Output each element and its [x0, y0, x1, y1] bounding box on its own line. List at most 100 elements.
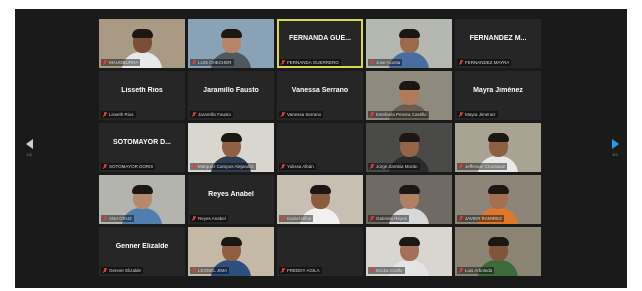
- participant-tile[interactable]: Yulissa Albán: [277, 123, 363, 172]
- participant-nameplate: LUIS CHECHER: [190, 59, 234, 66]
- person-hair: [399, 236, 420, 246]
- participant-grid: MAUOBURRA LUIS CHECHER FERNANDA GUE... FERN…: [99, 19, 541, 276]
- participant-nameplate: JAVIER RAMIREZ: [457, 215, 504, 222]
- participant-nameplate: FERNANDEZ MAYRA: [457, 59, 512, 66]
- person-hair: [488, 132, 509, 142]
- person-hair: [221, 28, 242, 38]
- participant-nameplate: Luis Arboleda: [457, 267, 495, 274]
- muted-microphone-icon: [192, 112, 196, 117]
- participant-name-label: Jefferson Cruzatuari: [465, 164, 506, 169]
- participant-tile[interactable]: FERNANDA GUE... FERNANDA GUERRERO: [277, 19, 363, 68]
- person-hair: [488, 236, 509, 246]
- person-hair: [399, 80, 420, 90]
- participant-display-name: Reyes Anabel: [208, 191, 254, 198]
- previous-page-button[interactable]: 1/3: [21, 139, 37, 157]
- participant-tile[interactable]: SOTOMAYOR D... SOTOMAYOR DORIS: [99, 123, 185, 172]
- participant-tile[interactable]: JAVIER RAMIREZ: [455, 175, 541, 224]
- participant-nameplate: LEONEL JIMA: [190, 267, 230, 274]
- participant-tile[interactable]: Jose Acosta: [366, 19, 452, 68]
- participant-tile[interactable]: FERNANDEZ M... FERNANDEZ MAYRA: [455, 19, 541, 68]
- muted-microphone-icon: [103, 268, 107, 273]
- participant-tile[interactable]: Reyes Anabel Reyes Anabel: [188, 175, 274, 224]
- participant-tile[interactable]: ANA CRUZ: [99, 175, 185, 224]
- participant-name-label: Jaramillo Fausto: [198, 112, 232, 117]
- muted-microphone-icon: [281, 60, 285, 65]
- muted-microphone-icon: [192, 268, 196, 273]
- participant-tile[interactable]: LUIS CHECHER: [188, 19, 274, 68]
- person-hair: [221, 236, 242, 246]
- participant-tile[interactable]: Gabriela Reyes: [366, 175, 452, 224]
- participant-nameplate: Yulissa Albán: [279, 163, 316, 170]
- participant-tile[interactable]: LEONEL JIMA: [188, 227, 274, 276]
- participant-display-name: Mayra Jiménez: [473, 87, 523, 94]
- muted-microphone-icon: [459, 164, 463, 169]
- next-page-button[interactable]: 3/3: [607, 139, 623, 157]
- participant-name-label: LUIS CHECHER: [198, 60, 232, 65]
- participant-nameplate: Jefferson Cruzatuari: [457, 163, 508, 170]
- participant-nameplate: SOTOMAYOR DORIS: [101, 163, 156, 170]
- participant-tile[interactable]: MAUOBURRA: [99, 19, 185, 68]
- muted-microphone-icon: [103, 60, 107, 65]
- participant-name-label: Ericka Coello: [376, 268, 403, 273]
- person-hair: [132, 184, 153, 194]
- participant-display-name: FERNANDA GUE...: [289, 35, 351, 42]
- participant-nameplate: Jaramillo Fausto: [190, 111, 234, 118]
- participant-nameplate: ANA CRUZ: [101, 215, 134, 222]
- muted-microphone-icon: [281, 112, 285, 117]
- participant-nameplate: Estefania Pereira Castillo: [368, 111, 429, 118]
- person-hair: [399, 184, 420, 194]
- previous-page-number: 1/3: [26, 152, 32, 157]
- participant-name-label: FERNANDEZ MAYRA: [465, 60, 510, 65]
- muted-microphone-icon: [281, 216, 285, 221]
- participant-name-label: Jorge Zambia Morán: [376, 164, 418, 169]
- participant-display-name: Lisseth Rios: [121, 87, 163, 94]
- participant-tile[interactable]: Vanessa Serrano Vanessa Serrano: [277, 71, 363, 120]
- participant-name-label: Jose Acosta: [376, 60, 401, 65]
- muted-microphone-icon: [459, 268, 463, 273]
- participant-nameplate: Reyes Anabel: [190, 215, 228, 222]
- muted-microphone-icon: [459, 112, 463, 117]
- muted-microphone-icon: [459, 216, 463, 221]
- muted-microphone-icon: [281, 268, 285, 273]
- participant-tile[interactable]: Lisseth Rios Lisseth Rios: [99, 71, 185, 120]
- participant-name-label: Lisseth Rios: [109, 112, 134, 117]
- participant-tile[interactable]: Ericka Coello: [366, 227, 452, 276]
- person-hair: [488, 184, 509, 194]
- muted-microphone-icon: [103, 112, 107, 117]
- participant-tile[interactable]: Daniel Ulloa: [277, 175, 363, 224]
- muted-microphone-icon: [192, 60, 196, 65]
- muted-microphone-icon: [370, 164, 374, 169]
- participant-name-label: FREDDY AGILA: [287, 268, 320, 273]
- participant-nameplate: FERNANDA GUERRERO: [279, 59, 341, 66]
- participant-tile[interactable]: Luis Arboleda: [455, 227, 541, 276]
- participant-tile[interactable]: Mayra Jiménez Mayra Jimenez: [455, 71, 541, 120]
- participant-nameplate: FREDDY AGILA: [279, 267, 322, 274]
- participant-name-label: Mayra Jimenez: [465, 112, 496, 117]
- participant-name-label: FERNANDA GUERRERO: [287, 60, 339, 65]
- participant-name-label: Reyes Anabel: [198, 216, 226, 221]
- participant-nameplate: Jorge Zambia Morán: [368, 163, 420, 170]
- participant-name-label: Genner Elizalde: [109, 268, 142, 273]
- participant-tile[interactable]: FREDDY AGILA: [277, 227, 363, 276]
- person-hair: [399, 28, 420, 38]
- participant-display-name: Genner Elizalde: [115, 243, 169, 250]
- muted-microphone-icon: [370, 216, 374, 221]
- participant-tile[interactable]: Jaramillo Fausto Jaramillo Fausto: [188, 71, 274, 120]
- chevron-left-icon: [25, 139, 33, 149]
- participant-name-label: Vanessa Serrano: [287, 112, 322, 117]
- participant-nameplate: Gabriela Reyes: [368, 215, 410, 222]
- muted-microphone-icon: [192, 164, 196, 169]
- person-hair: [310, 184, 331, 194]
- participant-tile[interactable]: Jefferson Cruzatuari: [455, 123, 541, 172]
- participant-nameplate: MAUOBURRA: [101, 59, 141, 66]
- participant-tile[interactable]: Jorge Zambia Morán: [366, 123, 452, 172]
- muted-microphone-icon: [192, 216, 196, 221]
- participant-name-label: Gabriela Reyes: [376, 216, 408, 221]
- participant-display-name: Jaramillo Fausto: [203, 87, 259, 94]
- participant-tile[interactable]: Estefania Pereira Castillo: [366, 71, 452, 120]
- muted-microphone-icon: [370, 268, 374, 273]
- participant-name-label: ANA CRUZ: [109, 216, 132, 221]
- participant-nameplate: Marquez Campos Alejandro: [190, 163, 256, 170]
- participant-tile[interactable]: Marquez Campos Alejandro: [188, 123, 274, 172]
- participant-tile[interactable]: Genner Elizalde Genner Elizalde: [99, 227, 185, 276]
